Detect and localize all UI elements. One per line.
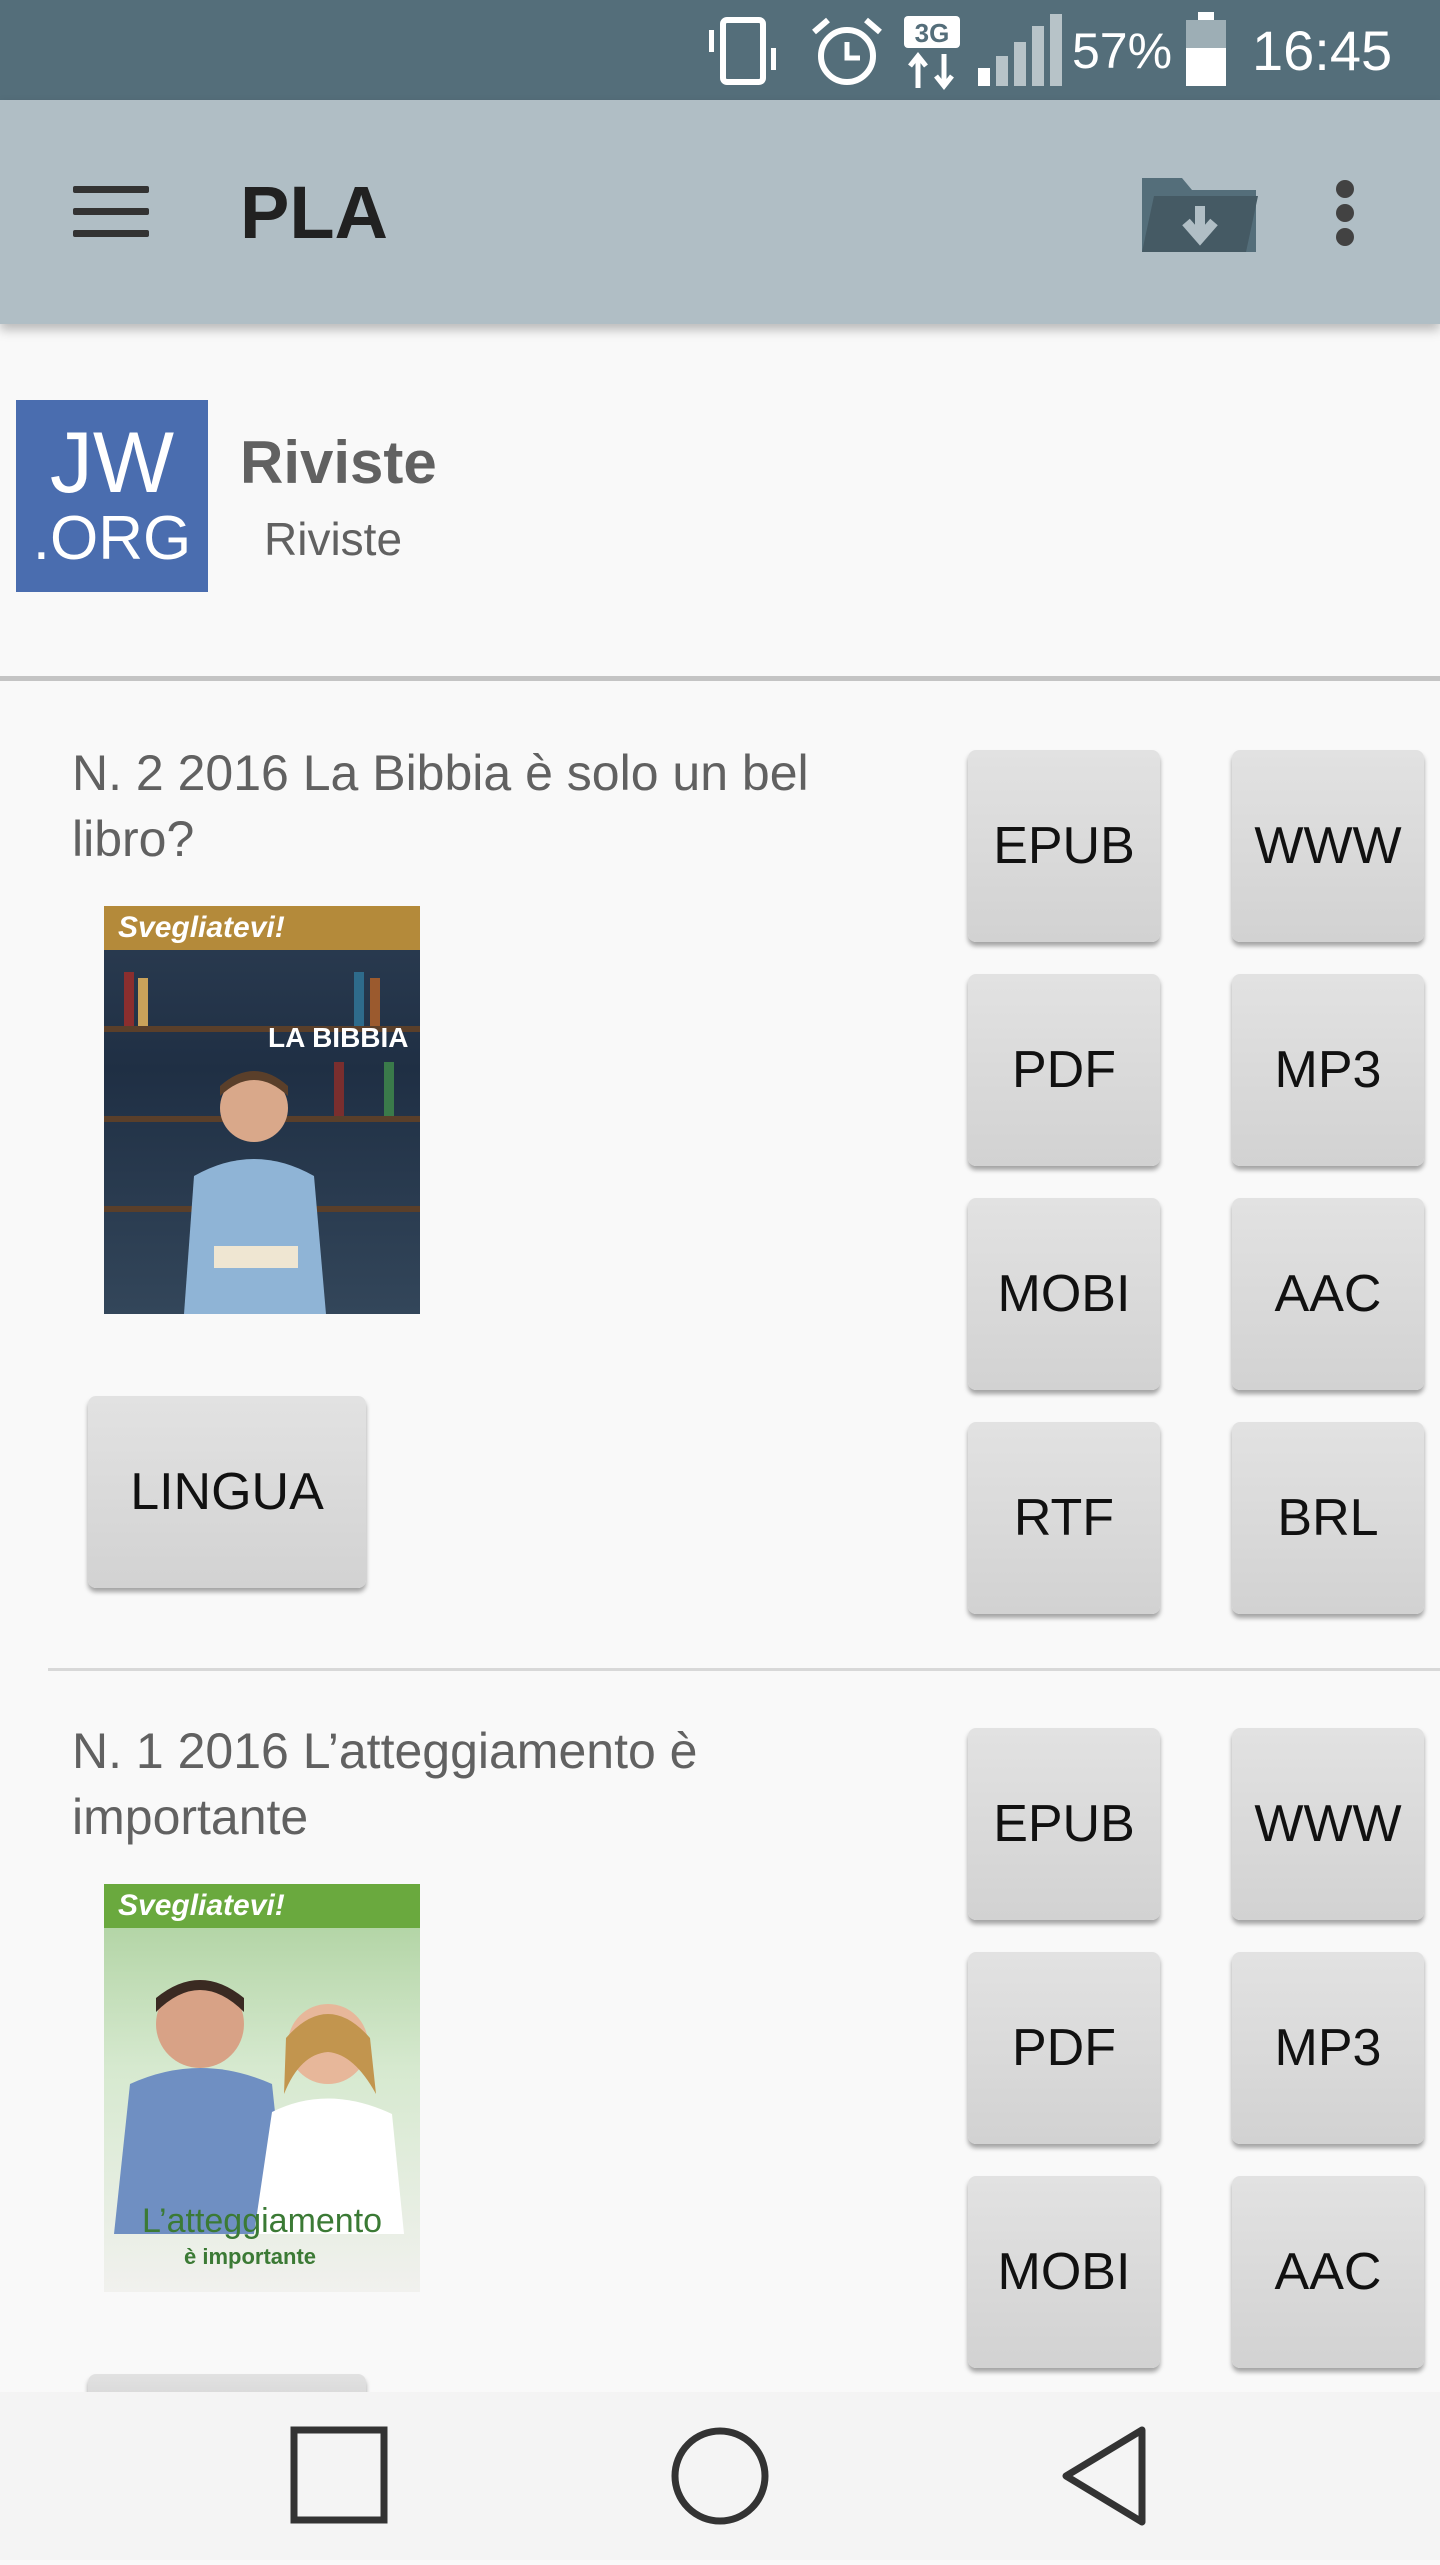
overflow-menu-icon[interactable] (1310, 160, 1380, 264)
format-button-mp3[interactable]: MP3 (1232, 1952, 1424, 2144)
format-button-www[interactable]: WWW (1232, 1728, 1424, 1920)
menu-icon[interactable] (50, 162, 170, 262)
vibrate-icon (709, 17, 776, 85)
language-button[interactable]: LINGUA (88, 1396, 366, 1588)
download-folder-icon[interactable] (1130, 160, 1270, 264)
format-button-aac[interactable]: AAC (1232, 2176, 1424, 2368)
logo-line-2: .ORG (32, 504, 192, 573)
format-button-epub[interactable]: EPUB (968, 1728, 1160, 1920)
header-divider (0, 676, 1440, 681)
navigation-bar (0, 2392, 1440, 2560)
cover-masthead: Svegliatevi! (104, 1884, 420, 1928)
cover-masthead: Svegliatevi! (104, 906, 420, 950)
clock: 16:45 (1252, 19, 1393, 82)
home-icon[interactable] (620, 2392, 820, 2560)
format-button-epub[interactable]: EPUB (968, 750, 1160, 942)
publication-cover[interactable]: Svegliatevi! L’atteggiamento è important… (104, 1884, 420, 2292)
publication-title: N. 1 2016 L’atteggiamento è importante (72, 1723, 698, 1845)
format-button-brl[interactable]: BRL (1232, 1422, 1424, 1614)
network-3g-icon: 3G (904, 16, 960, 90)
status-bar: 3G 57% 16:45 (0, 0, 1440, 100)
battery-percent: 57% (1072, 23, 1173, 79)
cover-caption-sub: è importante (184, 2244, 317, 2269)
section-subtitle: Riviste (264, 513, 403, 565)
cover-caption: LA BIBBIA (268, 1022, 409, 1053)
network-label: 3G (915, 18, 950, 48)
item-divider (48, 1668, 1440, 1671)
cover-caption: L’atteggiamento (142, 2202, 383, 2240)
format-button-mobi[interactable]: MOBI (968, 1198, 1160, 1390)
alarm-icon (812, 17, 882, 85)
jw-org-logo: JW .ORG (16, 400, 208, 592)
publication-cover[interactable]: Svegliatevi! LA BIBBIA (104, 906, 420, 1314)
format-button-mobi[interactable]: MOBI (968, 2176, 1160, 2368)
publication-title: N. 2 2016 La Bibbia è solo un bel libro? (72, 745, 809, 867)
battery-icon (1186, 12, 1226, 86)
format-button-pdf[interactable]: PDF (968, 1952, 1160, 2144)
format-button-aac[interactable]: AAC (1232, 1198, 1424, 1390)
app-bar: PLA (0, 100, 1440, 324)
recent-apps-icon[interactable] (238, 2392, 438, 2560)
format-button-mp3[interactable]: MP3 (1232, 974, 1424, 1166)
format-button-pdf[interactable]: PDF (968, 974, 1160, 1166)
back-icon[interactable] (1004, 2392, 1204, 2560)
signal-icon (978, 14, 1062, 86)
app-title: PLA (240, 171, 388, 254)
format-button-rtf[interactable]: RTF (968, 1422, 1160, 1614)
section-title: Riviste (240, 429, 437, 496)
format-button-www[interactable]: WWW (1232, 750, 1424, 942)
logo-line-1: JW (49, 415, 175, 511)
